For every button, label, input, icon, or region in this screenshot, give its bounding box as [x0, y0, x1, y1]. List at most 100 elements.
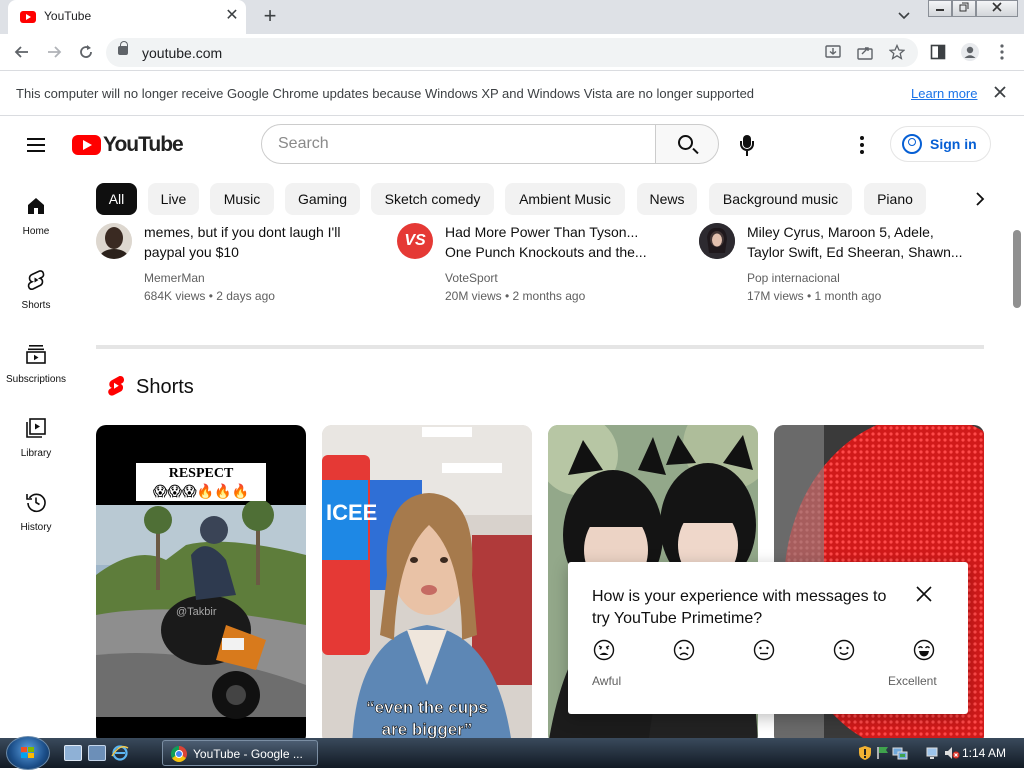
taskbar-clock[interactable]: 1:14 AM — [962, 746, 1006, 760]
share-icon[interactable] — [854, 41, 876, 63]
youtube-logo[interactable]: YouTube — [72, 133, 184, 157]
video-title[interactable]: Had More Power Than Tyson... One Punch K… — [445, 223, 685, 262]
shorts-section-title: Shorts — [136, 376, 194, 398]
sign-in-button[interactable]: Sign in — [890, 126, 991, 162]
network-icon[interactable] — [892, 745, 908, 766]
subscriptions-icon — [24, 342, 48, 366]
guide-item-label: History — [20, 522, 52, 533]
guide-item-history[interactable]: History — [0, 490, 72, 550]
video-title[interactable]: memes, but if you dont laugh I'll paypal… — [144, 223, 384, 262]
youtube-play-logo-icon — [72, 135, 101, 155]
chip-piano[interactable]: Piano — [864, 183, 926, 215]
tab-title: YouTube — [44, 9, 92, 23]
channel-avatar[interactable]: VS — [397, 223, 433, 259]
guide-item-label: Library — [20, 448, 52, 459]
search-icon — [678, 135, 693, 150]
short-thumbnail[interactable]: ICEE “even the cups are bigger” — [322, 425, 532, 738]
start-button[interactable] — [6, 736, 50, 770]
chip-sketch-comedy[interactable]: Sketch comedy — [371, 183, 494, 215]
internet-explorer-icon[interactable] — [111, 745, 129, 761]
side-panel-icon[interactable] — [926, 40, 950, 64]
network-status-icon[interactable] — [926, 745, 942, 766]
window-close-button[interactable] — [976, 0, 1018, 17]
chips-next-chevron-icon[interactable] — [968, 187, 992, 211]
system-tray: 1:14 AM — [852, 740, 1024, 766]
chip-gaming[interactable]: Gaming — [285, 183, 360, 215]
chip-ambient-music[interactable]: Ambient Music — [505, 183, 625, 215]
bad-face-icon[interactable] — [672, 638, 696, 662]
install-app-icon[interactable] — [822, 41, 844, 63]
youtube-favicon-icon — [20, 11, 36, 23]
short-caption-line: are bigger” — [382, 720, 473, 738]
update-infobar: This computer will no longer receive Goo… — [0, 71, 1024, 116]
back-button[interactable] — [10, 40, 34, 64]
video-meta: 684K views • 2 days ago — [144, 289, 275, 303]
short-overlay-title: RESPECT — [169, 466, 234, 481]
channel-avatar-text: VS — [404, 232, 426, 249]
lock-icon[interactable] — [118, 41, 128, 55]
video-title[interactable]: Miley Cyrus, Maroon 5, Adele, Taylor Swi… — [747, 223, 987, 262]
settings-kebab-icon[interactable] — [850, 133, 874, 157]
video-channel[interactable]: VoteSport — [445, 271, 498, 285]
youtube-masthead: YouTube Sign in — [0, 117, 1024, 173]
action-center-flag-icon[interactable] — [876, 745, 890, 766]
neutral-face-icon[interactable] — [752, 638, 776, 662]
window-minimize-button[interactable] — [928, 0, 952, 17]
short-caption-line: “even the cups — [366, 698, 488, 717]
windows-flag-icon — [21, 747, 34, 758]
awful-face-icon[interactable] — [592, 638, 616, 662]
guide-item-label: Home — [22, 226, 50, 237]
guide-item-label: Subscriptions — [5, 374, 67, 385]
menu-hamburger-icon[interactable] — [24, 133, 48, 157]
chip-music[interactable]: Music — [210, 183, 274, 215]
good-face-icon[interactable] — [832, 638, 856, 662]
guide-item-home[interactable]: Home — [0, 194, 72, 254]
channel-avatar[interactable] — [699, 223, 735, 259]
profile-avatar-icon[interactable] — [958, 40, 982, 64]
forward-button[interactable] — [42, 40, 66, 64]
survey-low-label: Awful — [592, 674, 622, 688]
video-meta: 17M views • 1 month ago — [747, 289, 882, 303]
infobar-close-icon[interactable] — [990, 82, 1010, 102]
browser-tab-youtube[interactable]: YouTube ✕ — [8, 0, 246, 34]
browser-toolbar: youtube.com — [0, 34, 1024, 71]
chip-all[interactable]: All — [96, 183, 137, 215]
chip-background-music[interactable]: Background music — [709, 183, 852, 215]
video-channel[interactable]: Pop internacional — [747, 271, 840, 285]
short-watermark: @Takbir — [176, 606, 217, 618]
reload-button[interactable] — [74, 40, 98, 64]
cup-logo-text: ICEE — [326, 500, 377, 525]
short-thumbnail[interactable]: RESPECT 😱😱😱🔥🔥🔥 @Takbir — [96, 425, 306, 738]
survey-close-icon[interactable] — [912, 584, 936, 608]
taskbar-chrome-window[interactable]: YouTube - Google ... — [162, 740, 318, 766]
page-scrollbar-thumb[interactable] — [1013, 230, 1021, 308]
chip-news[interactable]: News — [637, 183, 697, 215]
short-overlay-emoji: 😱😱😱🔥🔥🔥 — [153, 483, 249, 500]
bookmark-star-icon[interactable] — [886, 41, 908, 63]
show-desktop-icon[interactable] — [64, 745, 82, 761]
security-shield-icon[interactable] — [858, 745, 872, 766]
guide-item-subscriptions[interactable]: Subscriptions — [0, 342, 72, 402]
browser-tab-strip: YouTube ✕ + — [0, 0, 1024, 34]
excellent-face-icon[interactable] — [912, 638, 936, 662]
address-bar[interactable]: youtube.com — [106, 38, 918, 67]
experience-survey-dialog: How is your experience with messages to … — [568, 562, 968, 714]
chrome-menu-icon[interactable] — [990, 40, 1014, 64]
video-meta: 20M views • 2 months ago — [445, 289, 586, 303]
switch-windows-icon[interactable] — [88, 745, 106, 761]
search-input[interactable] — [278, 133, 638, 155]
video-channel[interactable]: MemerMan — [144, 271, 205, 285]
guide-item-shorts[interactable]: Shorts — [0, 268, 72, 328]
tab-search-chevron-icon[interactable] — [894, 8, 914, 26]
tab-close-icon[interactable]: ✕ — [222, 6, 242, 26]
channel-avatar[interactable] — [96, 223, 132, 259]
guide-item-library[interactable]: Library — [0, 416, 72, 476]
volume-muted-icon[interactable] — [944, 745, 960, 766]
voice-search-mic-icon[interactable] — [735, 132, 759, 158]
search-button[interactable] — [655, 124, 719, 164]
chip-live[interactable]: Live — [148, 183, 199, 215]
window-restore-button[interactable] — [952, 0, 976, 17]
learn-more-link[interactable]: Learn more — [911, 86, 977, 101]
new-tab-button[interactable]: + — [258, 5, 282, 29]
home-icon — [24, 194, 48, 218]
